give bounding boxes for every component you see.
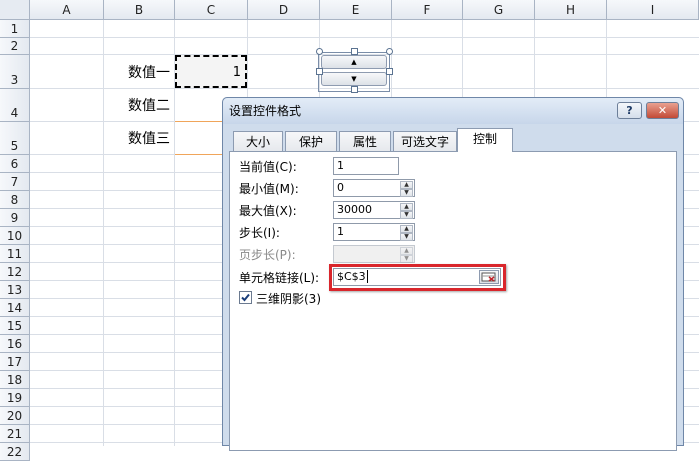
row-header-6[interactable]: 6 (0, 155, 30, 173)
spin-down-icon[interactable]: ▼ (400, 211, 413, 219)
step-label: 步长(I): (239, 226, 280, 240)
row-header-15[interactable]: 15 (0, 317, 30, 335)
cell-c5-border (175, 154, 222, 155)
arrow-down-icon: ▼ (351, 75, 357, 83)
current-value-label: 当前值(C): (239, 160, 297, 174)
tab-control[interactable]: 控制 (457, 128, 513, 152)
gridline (103, 20, 104, 446)
spin-down-icon[interactable]: ▼ (400, 189, 413, 197)
row-header-8[interactable]: 8 (0, 191, 30, 209)
resize-handle[interactable] (316, 68, 323, 75)
tab-protection[interactable]: 保护 (285, 131, 337, 152)
row-header-13[interactable]: 13 (0, 281, 30, 299)
close-button[interactable]: ✕ (646, 102, 679, 119)
min-value-text: 0 (337, 181, 344, 194)
page-change-spinner: ▲ ▼ (400, 247, 413, 263)
max-value-spinner[interactable]: ▲ ▼ (400, 203, 413, 219)
arrow-up-icon: ▲ (351, 58, 357, 66)
row-header-14[interactable]: 14 (0, 299, 30, 317)
cell-b5[interactable]: 数值三 (128, 128, 170, 148)
row-header-18[interactable]: 18 (0, 371, 30, 389)
page-change-label: 页步长(P): (239, 248, 296, 262)
spin-down-icon[interactable]: ▼ (400, 233, 413, 241)
row-header-7[interactable]: 7 (0, 173, 30, 191)
min-value-label: 最小值(M): (239, 182, 299, 196)
current-value-field[interactable]: 1 (333, 157, 399, 175)
cell-c4-border (175, 121, 222, 122)
page-change-field: ▲ ▼ (333, 245, 415, 263)
column-header-d[interactable]: D (248, 0, 320, 20)
resize-handle[interactable] (316, 48, 323, 55)
checkmark-icon (241, 293, 250, 302)
3d-shading-checkbox[interactable] (239, 291, 252, 304)
row-header-9[interactable]: 9 (0, 209, 30, 227)
row-header-2[interactable]: 2 (0, 38, 30, 55)
row-header-10[interactable]: 10 (0, 227, 30, 245)
dialog-title: 设置控件格式 (229, 104, 302, 118)
step-spinner[interactable]: ▲ ▼ (400, 225, 413, 241)
spin-up-icon[interactable]: ▲ (400, 203, 413, 211)
step-text: 1 (337, 225, 344, 238)
help-button[interactable]: ? (617, 102, 642, 119)
spin-up-icon[interactable]: ▲ (400, 181, 413, 189)
row-header-3[interactable]: 3 (0, 55, 30, 89)
column-header-f[interactable]: F (392, 0, 463, 20)
max-value-label: 最大值(X): (239, 204, 297, 218)
column-header-c[interactable]: C (175, 0, 248, 20)
row-header-16[interactable]: 16 (0, 335, 30, 353)
select-all-corner[interactable] (0, 0, 30, 20)
column-header-i[interactable]: I (607, 0, 699, 20)
column-header-a[interactable]: A (30, 0, 104, 20)
spin-up-icon[interactable]: ▲ (400, 225, 413, 233)
gridline (30, 37, 699, 38)
row-header-1[interactable]: 1 (0, 20, 30, 38)
resize-handle[interactable] (386, 48, 393, 55)
row-header-5[interactable]: 5 (0, 122, 30, 155)
cell-b3[interactable]: 数值一 (128, 62, 170, 82)
cell-c3-copy-marquee[interactable]: 1 (175, 55, 247, 88)
resize-handle[interactable] (386, 68, 393, 75)
spin-up-button[interactable]: ▲ (321, 55, 387, 69)
row-header-11[interactable]: 11 (0, 245, 30, 263)
row-header-12[interactable]: 12 (0, 263, 30, 281)
column-header-b[interactable]: B (104, 0, 175, 20)
cell-link-label: 单元格链接(L): (239, 271, 320, 285)
tab-properties[interactable]: 属性 (339, 131, 391, 152)
format-control-dialog: 设置控件格式 ? ✕ 大小 保护 属性 可选文字 控制 当前值(C): 1 最小… (222, 97, 684, 451)
row-header-19[interactable]: 19 (0, 389, 30, 407)
spin-up-icon: ▲ (400, 247, 413, 255)
resize-handle[interactable] (351, 86, 358, 93)
cell-b4[interactable]: 数值二 (128, 95, 170, 115)
column-header-g[interactable]: G (463, 0, 535, 20)
tab-size[interactable]: 大小 (233, 131, 283, 152)
cell-c3-value: 1 (232, 65, 241, 80)
row-header-21[interactable]: 21 (0, 425, 30, 443)
spin-down-button[interactable]: ▼ (321, 72, 387, 86)
tab-alt-text[interactable]: 可选文字 (393, 131, 457, 152)
min-value-field[interactable]: 0 ▲ ▼ (333, 179, 415, 197)
spin-down-icon: ▼ (400, 255, 413, 263)
column-header-e[interactable]: E (320, 0, 392, 20)
max-value-field[interactable]: 30000 ▲ ▼ (333, 201, 415, 219)
column-header-h[interactable]: H (535, 0, 607, 20)
min-value-spinner[interactable]: ▲ ▼ (400, 181, 413, 197)
max-value-text: 30000 (337, 203, 372, 216)
row-header-4[interactable]: 4 (0, 89, 30, 122)
row-header-17[interactable]: 17 (0, 353, 30, 371)
resize-handle[interactable] (351, 48, 358, 55)
control-tab-panel: 当前值(C): 1 最小值(M): 0 ▲ ▼ 最大值(X): 30000 ▲ … (229, 151, 677, 451)
step-field[interactable]: 1 ▲ ▼ (333, 223, 415, 241)
3d-shading-label: 三维阴影(3) (256, 292, 321, 306)
highlight-box (329, 264, 506, 291)
row-header-20[interactable]: 20 (0, 407, 30, 425)
